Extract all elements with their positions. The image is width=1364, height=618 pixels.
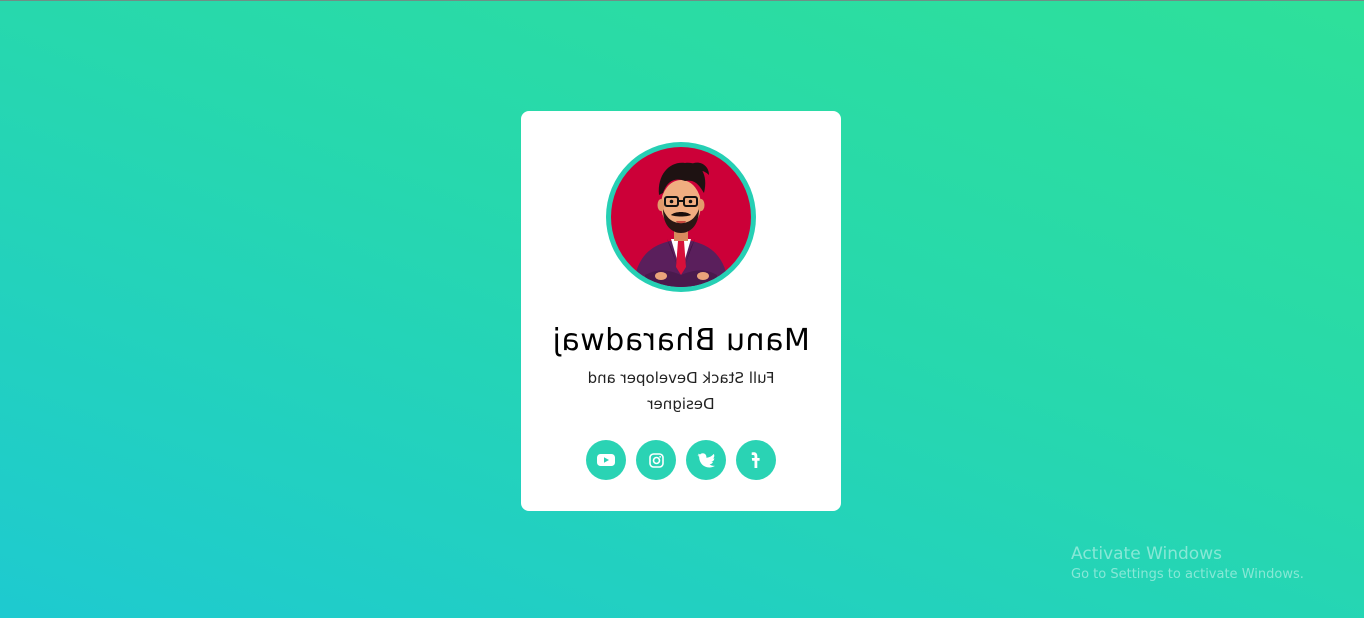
- twitter-icon: [697, 452, 715, 467]
- watermark-subtitle: Go to Settings to activate Windows.: [1071, 567, 1304, 582]
- watermark-title: Activate Windows: [1071, 544, 1222, 564]
- windows-activation-watermark: Activate Windows Go to Settings to activ…: [1071, 543, 1304, 584]
- profile-subtitle-line1: Full Stack Developer and: [587, 369, 775, 387]
- avatar: [606, 142, 756, 292]
- profile-subtitle: Full Stack Developer and Designer: [521, 365, 841, 417]
- facebook-button[interactable]: [736, 440, 776, 480]
- profile-subtitle-line2: Designer: [647, 395, 715, 413]
- top-border-line: [0, 0, 1364, 1]
- youtube-icon: [597, 454, 615, 466]
- avatar-image: [611, 147, 751, 287]
- facebook-icon: [751, 452, 760, 468]
- social-links: [586, 440, 776, 480]
- youtube-button[interactable]: [586, 440, 626, 480]
- profile-name: Manu Bharadwaj: [552, 323, 810, 358]
- twitter-button[interactable]: [686, 440, 726, 480]
- instagram-button[interactable]: [636, 440, 676, 480]
- instagram-icon: [648, 452, 664, 468]
- profile-card: Manu Bharadwaj Full Stack Developer and …: [521, 111, 841, 511]
